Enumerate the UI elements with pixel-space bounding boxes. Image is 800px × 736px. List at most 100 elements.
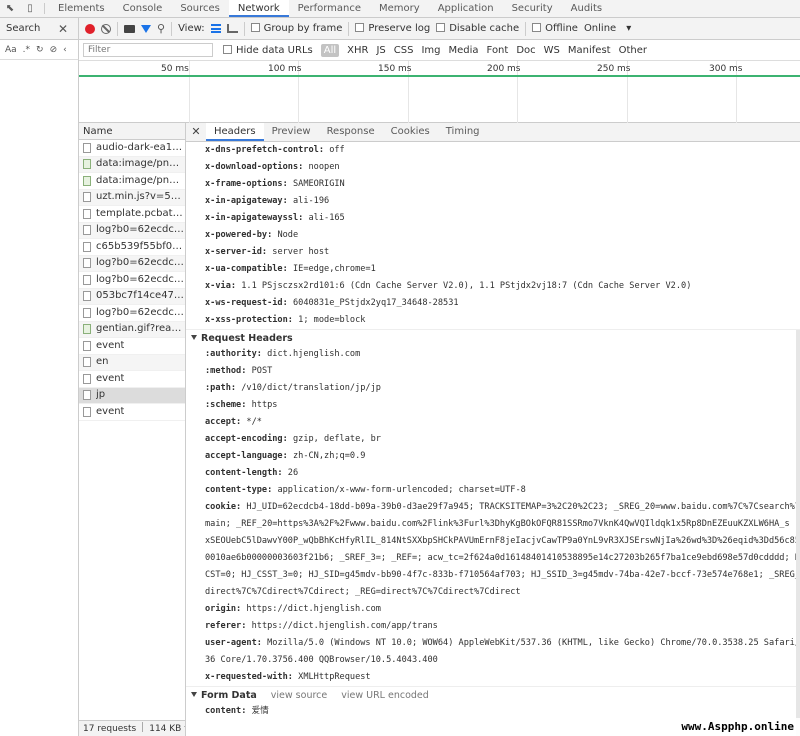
filter-type-font[interactable]: Font <box>487 45 509 56</box>
filter-type-all[interactable]: All <box>320 43 340 57</box>
request-name: data:image/png;ba... <box>96 174 185 186</box>
file-icon <box>83 406 91 417</box>
preserve-log-checkbox[interactable]: Preserve log <box>355 23 430 34</box>
list-item[interactable]: template.pcbatch?... <box>79 206 185 223</box>
tab-application[interactable]: Application <box>429 0 503 17</box>
detail-scrollbar[interactable] <box>796 330 800 736</box>
header-row: referer: https://dict.hjenglish.com/app/… <box>186 618 800 635</box>
request-headers-section[interactable]: Request Headers <box>186 329 800 346</box>
filter-type-manifest[interactable]: Manifest <box>568 45 611 56</box>
filter-type-media[interactable]: Media <box>449 45 479 56</box>
header-row: x-via: 1.1 PSjsczsx2rd101:6 (Cdn Cache S… <box>186 278 800 295</box>
filter-bar: Hide data URLs All XHR JS CSS Img Media … <box>0 40 800 60</box>
tab-preview[interactable]: Preview <box>264 123 319 141</box>
tab-memory[interactable]: Memory <box>370 0 429 17</box>
list-item[interactable]: event <box>79 338 185 355</box>
checkbox-box[interactable] <box>355 23 365 32</box>
filter-type-img[interactable]: Img <box>421 45 440 56</box>
request-name: 053bc7f14ce4758f... <box>96 290 185 302</box>
checkbox-box[interactable] <box>250 23 260 32</box>
form-data-section[interactable]: Form Data view source view URL encoded <box>186 686 800 703</box>
list-item[interactable]: log?b0=62ecdcb4-... <box>79 255 185 272</box>
tab-audits[interactable]: Audits <box>562 0 611 17</box>
tab-console[interactable]: Console <box>114 0 172 17</box>
file-icon <box>83 225 91 236</box>
list-item-selected[interactable]: jp <box>79 387 185 404</box>
filter-type-xhr[interactable]: XHR <box>347 45 368 56</box>
tab-network[interactable]: Network <box>228 0 289 17</box>
close-icon[interactable]: ✕ <box>186 123 206 141</box>
filter-type-doc[interactable]: Doc <box>516 45 535 56</box>
list-item[interactable]: uzt.min.js?v=53828... <box>79 189 185 206</box>
tab-response[interactable]: Response <box>319 123 383 141</box>
list-item[interactable]: audio-dark-ea178... <box>79 140 185 157</box>
header-row: x-in-apigateway: ali-196 <box>186 193 800 210</box>
tab-sources[interactable]: Sources <box>171 0 229 17</box>
request-name: jp <box>96 389 106 401</box>
filter-type-js[interactable]: JS <box>376 45 385 56</box>
view-url-encoded-link[interactable]: view URL encoded <box>341 690 429 701</box>
header-value: server host <box>272 247 330 257</box>
filter-icon[interactable] <box>141 24 151 33</box>
list-item[interactable]: c65b539f55bf062ff... <box>79 239 185 256</box>
inspect-element-icon[interactable]: ⬉ <box>0 0 20 17</box>
filter-type-css[interactable]: CSS <box>394 45 414 56</box>
large-rows-icon[interactable] <box>210 24 221 33</box>
hide-data-urls-checkbox[interactable]: Hide data URLs <box>223 44 313 56</box>
header-row: x-in-apigatewayssl: ali-165 <box>186 210 800 227</box>
request-name: en <box>96 356 109 368</box>
close-icon[interactable]: ✕ <box>56 22 70 36</box>
offline-label: Offline <box>545 23 578 34</box>
toolbar-divider <box>243 21 245 36</box>
list-item[interactable]: log?b0=62ecdcb4-... <box>79 272 185 289</box>
list-item[interactable]: log?b0=62ecdcb4-... <box>79 222 185 239</box>
tab-security[interactable]: Security <box>503 0 562 17</box>
request-name: event <box>96 372 125 384</box>
list-item[interactable]: log?b0=62ecdcb4-... <box>79 305 185 322</box>
tab-timing[interactable]: Timing <box>438 123 488 141</box>
search-icon[interactable]: ⚲ <box>157 22 165 35</box>
filter-type-ws[interactable]: WS <box>544 45 560 56</box>
request-name: data:image/png;ba... <box>96 158 185 170</box>
name-column-header[interactable]: Name <box>79 123 185 140</box>
offline-checkbox[interactable]: Offline <box>532 23 578 34</box>
list-item[interactable]: data:image/png;ba... <box>79 156 185 173</box>
device-toolbar-icon[interactable]: ▯ <box>20 0 40 17</box>
throttling-select[interactable]: Online ▾ <box>584 23 631 34</box>
disable-cache-label: Disable cache <box>449 23 520 34</box>
tab-headers[interactable]: Headers <box>206 123 264 141</box>
list-item[interactable]: en <box>79 354 185 371</box>
tab-performance[interactable]: Performance <box>289 0 370 17</box>
timeline-overview[interactable]: 50 ms 100 ms 150 ms 200 ms 250 ms 300 ms <box>79 60 800 124</box>
checkbox-box[interactable] <box>436 23 446 32</box>
list-item[interactable]: event <box>79 371 185 388</box>
search-drawer-title[interactable]: Search <box>6 23 40 34</box>
hide-data-urls-label: Hide data URLs <box>236 44 313 56</box>
image-file-icon <box>83 159 91 170</box>
filter-input[interactable] <box>83 43 213 57</box>
header-row: :method: POST <box>186 363 800 380</box>
filter-types: Hide data URLs All XHR JS CSS Img Media … <box>223 43 647 57</box>
checkbox-box[interactable] <box>532 23 542 32</box>
header-name: x-xss-protection: <box>205 315 293 325</box>
record-icon[interactable] <box>85 23 95 34</box>
list-item[interactable]: gentian.gif?ready_t... <box>79 321 185 338</box>
list-item[interactable]: event <box>79 404 185 421</box>
header-name: x-ua-compatible: <box>205 264 288 274</box>
disable-cache-checkbox[interactable]: Disable cache <box>436 23 519 34</box>
list-item[interactable]: data:image/png;ba... <box>79 173 185 190</box>
clear-icon[interactable] <box>101 23 111 34</box>
checkbox-box[interactable] <box>223 44 232 54</box>
tab-elements[interactable]: Elements <box>49 0 114 17</box>
header-value: application/x-www-form-urlencoded; chars… <box>277 485 526 495</box>
group-by-frame-checkbox[interactable]: Group by frame <box>250 23 342 34</box>
capture-screenshots-icon[interactable] <box>124 24 135 33</box>
overview-icon[interactable] <box>226 24 238 33</box>
tab-cookies[interactable]: Cookies <box>383 123 438 141</box>
tab-bar-divider <box>44 3 45 14</box>
header-value: Mozilla/5.0 (Windows NT 10.0; WOW64) App… <box>267 638 800 648</box>
view-source-link[interactable]: view source <box>271 690 327 701</box>
list-item[interactable]: 053bc7f14ce4758f... <box>79 288 185 305</box>
header-name: accept: <box>205 417 242 427</box>
filter-type-other[interactable]: Other <box>619 45 647 56</box>
